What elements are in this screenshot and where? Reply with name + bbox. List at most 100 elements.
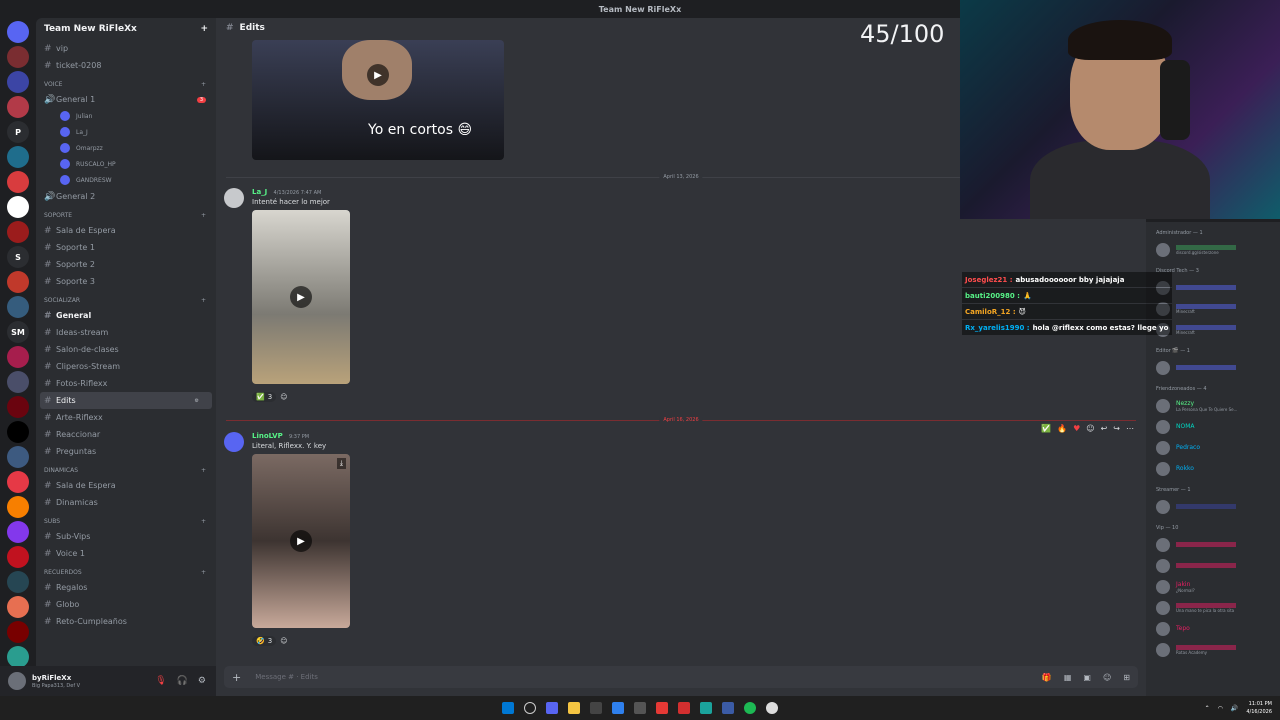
add-attachment-icon[interactable]: + — [232, 671, 241, 684]
add-channel-icon[interactable]: + — [201, 569, 206, 576]
server-icon[interactable] — [7, 446, 29, 468]
server-icon[interactable] — [7, 296, 29, 318]
channel-item[interactable]: # Soporte 1 — [36, 239, 216, 256]
add-channel-icon[interactable]: + — [201, 518, 206, 525]
server-icon[interactable]: SM — [7, 321, 29, 343]
member-item[interactable] — [1146, 555, 1280, 576]
category-header[interactable]: SOPORTE + — [36, 205, 216, 222]
composer-placeholder[interactable]: Message # · Edits — [255, 673, 318, 681]
channel-settings-icon[interactable]: ⚙ — [192, 398, 202, 404]
channel-item[interactable]: # Dinamicas — [36, 494, 216, 511]
play-icon[interactable]: ▶ — [290, 530, 312, 552]
channel-item[interactable]: # Sala de Espera — [36, 477, 216, 494]
member-item[interactable]: Jakin ¿Normal? — [1146, 576, 1280, 597]
play-icon[interactable]: ▶ — [290, 286, 312, 308]
voice-user[interactable]: La_J — [36, 124, 216, 140]
avatar[interactable] — [224, 188, 244, 208]
sticker-icon[interactable]: ▣ — [1083, 673, 1091, 682]
avatar[interactable] — [224, 432, 244, 452]
member-item[interactable]: NOMA — [1146, 416, 1280, 437]
calculator-icon[interactable] — [590, 702, 602, 714]
add-reaction-icon[interactable]: ☺ — [1086, 424, 1094, 433]
message-composer[interactable]: + Message # · Edits 🎁 ▦ ▣ ☺ ⊞ — [224, 666, 1138, 688]
member-item[interactable]: Rokko — [1146, 458, 1280, 479]
server-icon[interactable] — [7, 396, 29, 418]
member-item[interactable] — [1146, 496, 1280, 517]
channel-item[interactable]: # Salon-de-clases — [36, 341, 216, 358]
member-item[interactable]: Nezzy La Persona Que Te Quiere Se... — [1146, 395, 1280, 416]
server-icon[interactable] — [7, 371, 29, 393]
play-icon[interactable]: ▶ — [367, 64, 389, 86]
add-channel-icon[interactable]: + — [201, 212, 206, 219]
video-embed[interactable]: ▶ ⤓ — [252, 454, 350, 628]
add-channel-icon[interactable]: + — [201, 467, 206, 474]
voice-user[interactable]: GANDRESW — [36, 172, 216, 188]
apps-icon[interactable]: ⊞ — [1123, 673, 1130, 682]
message-author[interactable]: La_J — [252, 188, 267, 196]
category-header[interactable]: DINAMICAS + — [36, 460, 216, 477]
reply-icon[interactable]: ↩ — [1101, 424, 1108, 433]
server-icon[interactable]: S — [7, 246, 29, 268]
video-embed[interactable]: ▶ Yo en cortos 😄 — [252, 40, 504, 160]
check-reaction-icon[interactable]: ✅ — [1041, 424, 1051, 433]
server-icon[interactable] — [7, 621, 29, 643]
category-header[interactable]: VOICE + — [36, 74, 216, 91]
channel-item[interactable]: # Arte-Riflexx — [36, 409, 216, 426]
emoji-icon[interactable]: ☺ — [1103, 673, 1111, 682]
server-icon[interactable] — [7, 271, 29, 293]
voice-user[interactable]: Omarpzz — [36, 140, 216, 156]
clock-time[interactable]: 11:01 PM — [1246, 700, 1272, 708]
voice-channel[interactable]: 🔊 General 1 3 — [36, 91, 216, 108]
channel-item[interactable]: # Sala de Espera — [36, 222, 216, 239]
chevron-up-icon[interactable]: ⌃ — [1205, 705, 1210, 712]
channel-item[interactable]: # Regalos — [36, 579, 216, 596]
server-icon[interactable] — [7, 421, 29, 443]
channel-item[interactable]: # Sub-Vips — [36, 528, 216, 545]
member-item[interactable]: Pedraco — [1146, 437, 1280, 458]
guild-header[interactable]: Team New RiFleXx + — [36, 18, 216, 40]
server-icon[interactable] — [7, 171, 29, 193]
more-icon[interactable]: ⋯ — [1126, 424, 1134, 433]
gift-icon[interactable]: 🎁 — [1042, 673, 1052, 682]
server-icon[interactable] — [7, 471, 29, 493]
add-member-icon[interactable]: + — [200, 24, 208, 34]
channel-item[interactable]: # Edits ⚙ — [40, 392, 212, 409]
obs-icon[interactable] — [766, 702, 778, 714]
member-item[interactable]: Tepo — [1146, 618, 1280, 639]
add-channel-icon[interactable]: + — [201, 81, 206, 88]
search-icon[interactable] — [524, 702, 536, 714]
server-icon[interactable] — [7, 96, 29, 118]
category-header[interactable]: RECUERDOS + — [36, 562, 216, 579]
gif-icon[interactable]: ▦ — [1064, 673, 1072, 682]
add-reaction-icon[interactable]: ☺ — [280, 393, 287, 401]
server-icon[interactable] — [7, 221, 29, 243]
voice-user[interactable]: Julian — [36, 108, 216, 124]
member-item[interactable]: discord.gg/sisterzone — [1146, 239, 1280, 260]
channel-item[interactable]: # Reto-Cumpleaños — [36, 613, 216, 630]
mute-mic-icon[interactable]: 🎙 — [155, 676, 166, 686]
channel-item[interactable]: # Soporte 2 — [36, 256, 216, 273]
member-item[interactable] — [1146, 357, 1280, 378]
server-icon[interactable] — [7, 71, 29, 93]
file-explorer-icon[interactable] — [568, 702, 580, 714]
channel-item[interactable]: # General — [36, 307, 216, 324]
category-header[interactable]: SOCIALIZAR + — [36, 290, 216, 307]
server-icon[interactable] — [7, 196, 29, 218]
video-embed[interactable]: ▶ — [252, 210, 350, 384]
member-item[interactable]: Rotas Academy — [1146, 639, 1280, 660]
server-icon[interactable] — [7, 46, 29, 68]
capture-icon[interactable] — [634, 702, 646, 714]
channel-item[interactable]: # Globo — [36, 596, 216, 613]
server-icon[interactable] — [7, 521, 29, 543]
server-icon[interactable] — [7, 571, 29, 593]
server-icon[interactable] — [7, 546, 29, 568]
server-icon[interactable] — [7, 21, 29, 43]
capcut-icon[interactable] — [722, 702, 734, 714]
reaction-chip[interactable]: ✅ 3 — [252, 392, 277, 402]
spotify-icon[interactable] — [744, 702, 756, 714]
wifi-icon[interactable]: ◠ — [1218, 705, 1223, 712]
server-icon[interactable] — [7, 646, 29, 668]
channel-item[interactable]: # Ideas-stream — [36, 324, 216, 341]
clock-date[interactable]: 4/16/2026 — [1246, 708, 1272, 716]
server-icon[interactable]: P — [7, 121, 29, 143]
